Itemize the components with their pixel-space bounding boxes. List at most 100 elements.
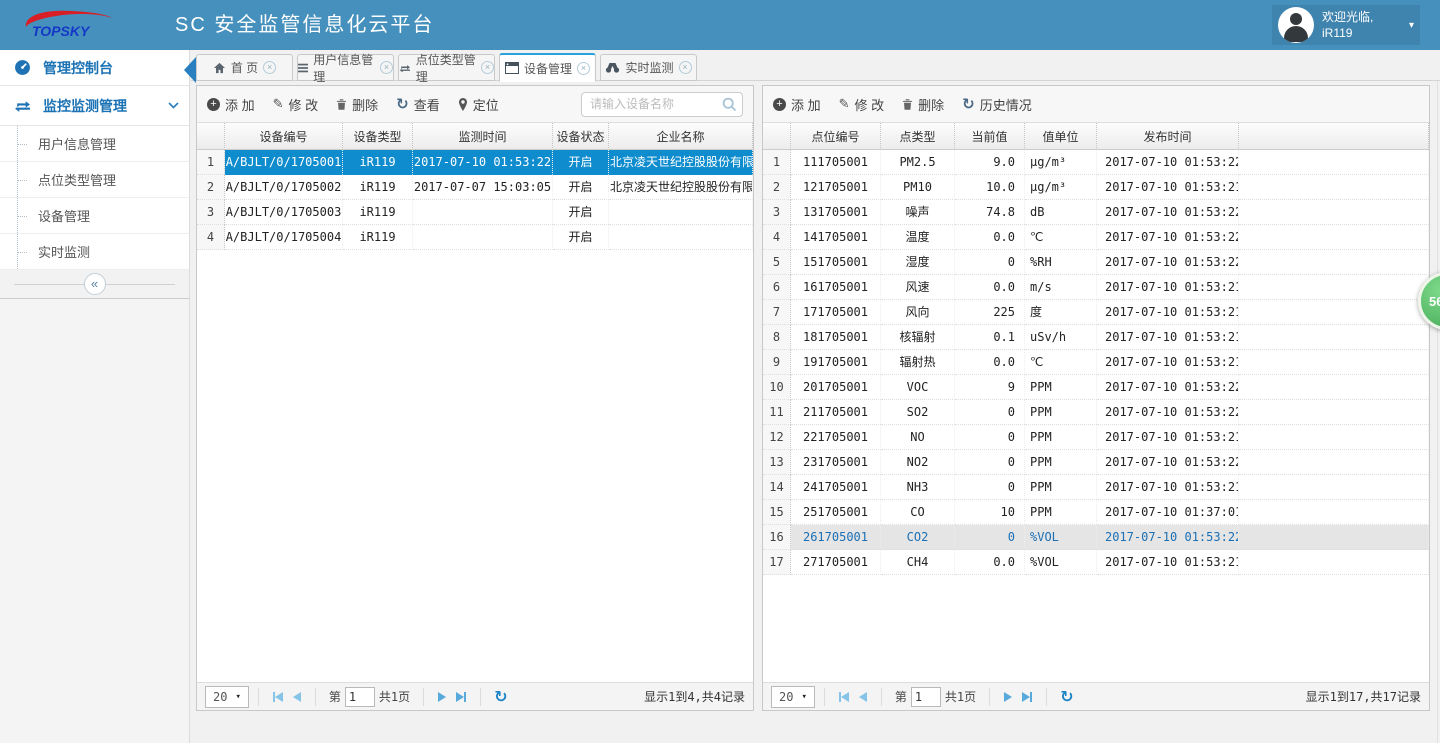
column-header[interactable]: 设备状态 xyxy=(553,123,609,150)
column-header[interactable]: 监测时间 xyxy=(413,123,553,150)
tab-realtime[interactable]: 实时监测 × xyxy=(600,54,697,81)
column-header[interactable]: 值单位 xyxy=(1025,123,1097,150)
table-row[interactable]: 6161705001风速0.0m/s2017-07-10 01:53:21 xyxy=(763,275,1429,300)
table-cell: PPM xyxy=(1025,425,1097,450)
sidebar-group-console[interactable]: 管理控制台 xyxy=(0,50,189,86)
locate-button[interactable]: 定位 xyxy=(458,95,499,114)
page-size-select[interactable]: 20▾ xyxy=(205,686,249,708)
table-row[interactable]: 5151705001湿度0%RH2017-07-10 01:53:22 xyxy=(763,250,1429,275)
page-size-select[interactable]: 20▾ xyxy=(771,686,815,708)
history-button[interactable]: ↻历史情况 xyxy=(962,95,1032,114)
user-menu[interactable]: 欢迎光临, iR119 ▾ xyxy=(1272,5,1420,45)
row-number: 7 xyxy=(763,300,791,325)
close-tab-icon[interactable]: × xyxy=(679,61,692,74)
row-number: 12 xyxy=(763,425,791,450)
table-row[interactable]: 3131705001噪声74.8dB2017-07-10 01:53:22 xyxy=(763,200,1429,225)
table-row[interactable]: 9191705001辐射热0.0℃2017-07-10 01:53:21 xyxy=(763,350,1429,375)
table-row[interactable]: 13231705001NO20PPM2017-07-10 01:53:22 xyxy=(763,450,1429,475)
table-row[interactable]: 11211705001SO20PPM2017-07-10 01:53:22 xyxy=(763,400,1429,425)
table-row[interactable]: 4A/BJLT/0/1705004iR119开启 xyxy=(197,225,753,250)
table-row[interactable]: 4141705001温度0.0℃2017-07-10 01:53:22 xyxy=(763,225,1429,250)
table-cell: PPM xyxy=(1025,475,1097,500)
filler-cell xyxy=(1239,325,1429,350)
filler-cell xyxy=(1239,450,1429,475)
delete-button[interactable]: 删除 xyxy=(902,95,944,114)
table-row[interactable]: 1A/BJLT/0/1705001iR1192017-07-10 01:53:2… xyxy=(197,150,753,175)
edit-button[interactable]: ✎修 改 xyxy=(839,95,885,114)
tab-home[interactable]: 首 页 × xyxy=(196,54,293,81)
user-menu-caret-icon[interactable]: ▾ xyxy=(1409,20,1414,31)
content-edge-divider xyxy=(1437,81,1438,743)
search-input[interactable] xyxy=(581,92,743,117)
topsky-logo: TOPSKY xyxy=(20,5,120,45)
view-button[interactable]: ↻查看 xyxy=(396,95,440,114)
table-row[interactable]: 15251705001CO10PPM2017-07-10 01:37:01 xyxy=(763,500,1429,525)
tab-point-type[interactable]: 点位类型管理 × xyxy=(398,54,495,81)
row-number: 5 xyxy=(763,250,791,275)
sidebar-item-point-type[interactable]: 点位类型管理 xyxy=(0,162,189,198)
delete-button[interactable]: 删除 xyxy=(336,95,378,114)
page-number-input[interactable] xyxy=(345,687,375,707)
sidebar-item-device-mgmt[interactable]: 设备管理 xyxy=(0,198,189,234)
add-button[interactable]: +添 加 xyxy=(773,95,821,114)
table-row[interactable]: 16261705001CO20%VOL2017-07-10 01:53:22 xyxy=(763,525,1429,550)
next-page-button[interactable] xyxy=(438,692,446,702)
filler-cell xyxy=(1239,175,1429,200)
top-header-bar: TOPSKY SC 安全监管信息化云平台 欢迎光临, iR119 ▾ xyxy=(0,0,1440,50)
reload-icon[interactable]: ↻ xyxy=(494,687,507,706)
table-row[interactable]: 17271705001CH40.0%VOL2017-07-10 01:53:21 xyxy=(763,550,1429,575)
tab-user-info[interactable]: 用户信息管理 × xyxy=(297,54,394,81)
next-page-button[interactable] xyxy=(1004,692,1012,702)
sidebar-item-realtime[interactable]: 实时监测 xyxy=(0,234,189,270)
table-cell: 2017-07-10 01:53:22 xyxy=(1097,150,1239,175)
pencil-icon: ✎ xyxy=(839,96,850,112)
reload-icon[interactable]: ↻ xyxy=(1060,687,1073,706)
row-number: 8 xyxy=(763,325,791,350)
first-page-button[interactable] xyxy=(839,692,849,702)
column-header[interactable]: 企业名称 xyxy=(609,123,753,150)
collapse-sidebar-button[interactable]: « xyxy=(84,273,106,295)
last-page-button[interactable] xyxy=(1022,692,1032,702)
column-header[interactable]: 设备编号 xyxy=(225,123,343,150)
table-row[interactable]: 12221705001NO0PPM2017-07-10 01:53:21 xyxy=(763,425,1429,450)
table-row[interactable]: 1111705001PM2.59.0μg/m³2017-07-10 01:53:… xyxy=(763,150,1429,175)
table-cell: 225 xyxy=(955,300,1025,325)
table-cell: PM10 xyxy=(881,175,955,200)
close-tab-icon[interactable]: × xyxy=(577,62,590,75)
table-row[interactable]: 10201705001VOC9PPM2017-07-10 01:53:22 xyxy=(763,375,1429,400)
close-tab-icon[interactable]: × xyxy=(481,61,494,74)
table-row[interactable]: 7171705001风向225度2017-07-10 01:53:21 xyxy=(763,300,1429,325)
row-number-header xyxy=(763,123,791,150)
last-page-button[interactable] xyxy=(456,692,466,702)
page-number-input[interactable] xyxy=(911,687,941,707)
column-header[interactable]: 当前值 xyxy=(955,123,1025,150)
prev-page-button[interactable] xyxy=(293,692,301,702)
table-cell: 2017-07-10 01:37:01 xyxy=(1097,500,1239,525)
table-row[interactable]: 14241705001NH30PPM2017-07-10 01:53:21 xyxy=(763,475,1429,500)
table-row[interactable]: 8181705001核辐射0.1uSv/h2017-07-10 01:53:21 xyxy=(763,325,1429,350)
close-tab-icon[interactable]: × xyxy=(380,61,393,74)
search-icon[interactable] xyxy=(722,97,737,112)
first-page-button[interactable] xyxy=(273,692,283,702)
table-row[interactable]: 3A/BJLT/0/1705003iR119开启 xyxy=(197,200,753,225)
add-button[interactable]: +添 加 xyxy=(207,95,255,114)
close-tab-icon[interactable]: × xyxy=(263,61,276,74)
table-row[interactable]: 2A/BJLT/0/1705002iR1192017-07-07 15:03:0… xyxy=(197,175,753,200)
tab-device-mgmt[interactable]: 设备管理 × xyxy=(499,53,596,82)
refresh-icon: ↻ xyxy=(396,98,409,111)
sidebar-item-user-info[interactable]: 用户信息管理 xyxy=(0,126,189,162)
column-header[interactable]: 点类型 xyxy=(881,123,955,150)
device-pagination: 20▾ 第 共1页 ↻ 显示1到4,共4记录 xyxy=(197,682,753,710)
edit-button[interactable]: ✎修 改 xyxy=(273,95,319,114)
sidebar-group-monitoring[interactable]: 监控监测管理 xyxy=(0,86,189,126)
column-header[interactable]: 发布时间 xyxy=(1097,123,1239,150)
column-header[interactable]: 点位编号 xyxy=(791,123,881,150)
table-cell: m/s xyxy=(1025,275,1097,300)
prev-page-button[interactable] xyxy=(859,692,867,702)
location-pin-icon xyxy=(458,98,468,111)
table-cell xyxy=(413,200,553,225)
row-number: 2 xyxy=(197,175,225,200)
chevron-down-icon[interactable] xyxy=(168,102,179,109)
column-header[interactable]: 设备类型 xyxy=(343,123,413,150)
table-row[interactable]: 2121705001PM1010.0μg/m³2017-07-10 01:53:… xyxy=(763,175,1429,200)
